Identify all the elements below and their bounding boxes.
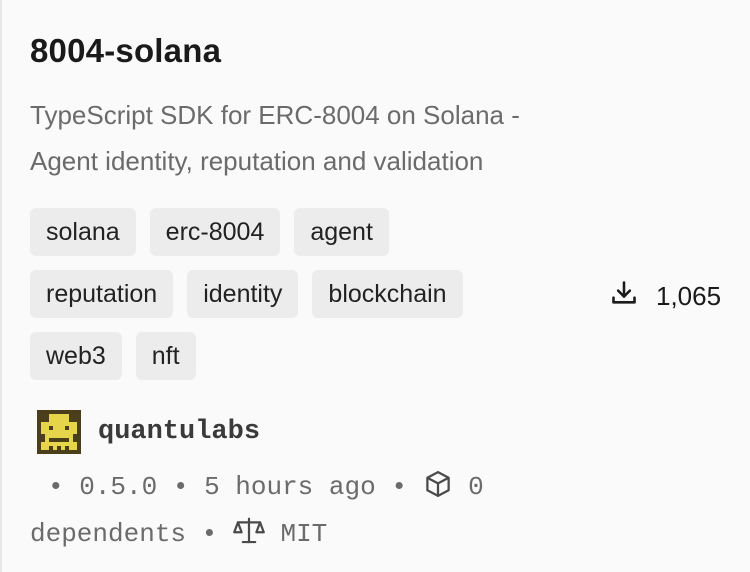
separator: •	[391, 472, 407, 502]
author-name[interactable]: quantulabs	[98, 417, 260, 447]
download-count-value: 1,065	[656, 280, 722, 311]
tag-agent[interactable]: agent	[294, 208, 389, 256]
author[interactable]: quantulabs	[36, 410, 260, 454]
dependents-count: 0	[468, 472, 484, 502]
avatar	[37, 410, 81, 454]
package-title[interactable]: 8004-solana	[30, 28, 221, 74]
package-description: TypeScript SDK for ERC-8004 on Solana - …	[30, 92, 610, 184]
updated-time: 5 hours ago	[204, 472, 376, 502]
tag-row-2: reputation identity blockchain	[30, 270, 550, 318]
tag-nft[interactable]: nft	[135, 332, 196, 380]
license: MIT	[280, 519, 328, 549]
separator: •	[48, 472, 64, 502]
separator: •	[172, 472, 189, 502]
tag-reputation[interactable]: reputation	[30, 270, 174, 318]
dependents-label: dependents	[30, 519, 187, 549]
download-icon	[610, 279, 638, 314]
tag-list: solana erc-8004 agent reputation identit…	[30, 208, 550, 394]
version: 0.5.0	[79, 472, 158, 502]
tag-erc-8004[interactable]: erc-8004	[149, 208, 281, 256]
download-count: 1,065	[610, 274, 721, 318]
package-box-icon	[423, 469, 453, 513]
tag-web3[interactable]: web3	[30, 332, 122, 380]
package-card[interactable]: 8004-solana TypeScript SDK for ERC-8004 …	[0, 0, 750, 572]
scale-icon	[232, 516, 265, 560]
tag-blockchain[interactable]: blockchain	[312, 270, 463, 318]
description-line-1: TypeScript SDK for ERC-8004 on Solana -	[30, 100, 520, 130]
description-line-2: Agent identity, reputation and validatio…	[30, 146, 484, 176]
tag-row-3: web3 nft	[30, 332, 550, 380]
separator: •	[201, 519, 218, 549]
package-meta: • 0.5.0 • 5 hours ago • 0 dependents • M…	[30, 466, 590, 560]
tag-identity[interactable]: identity	[187, 270, 299, 318]
tag-row-1: solana erc-8004 agent	[30, 208, 550, 256]
tag-solana[interactable]: solana	[30, 208, 136, 256]
